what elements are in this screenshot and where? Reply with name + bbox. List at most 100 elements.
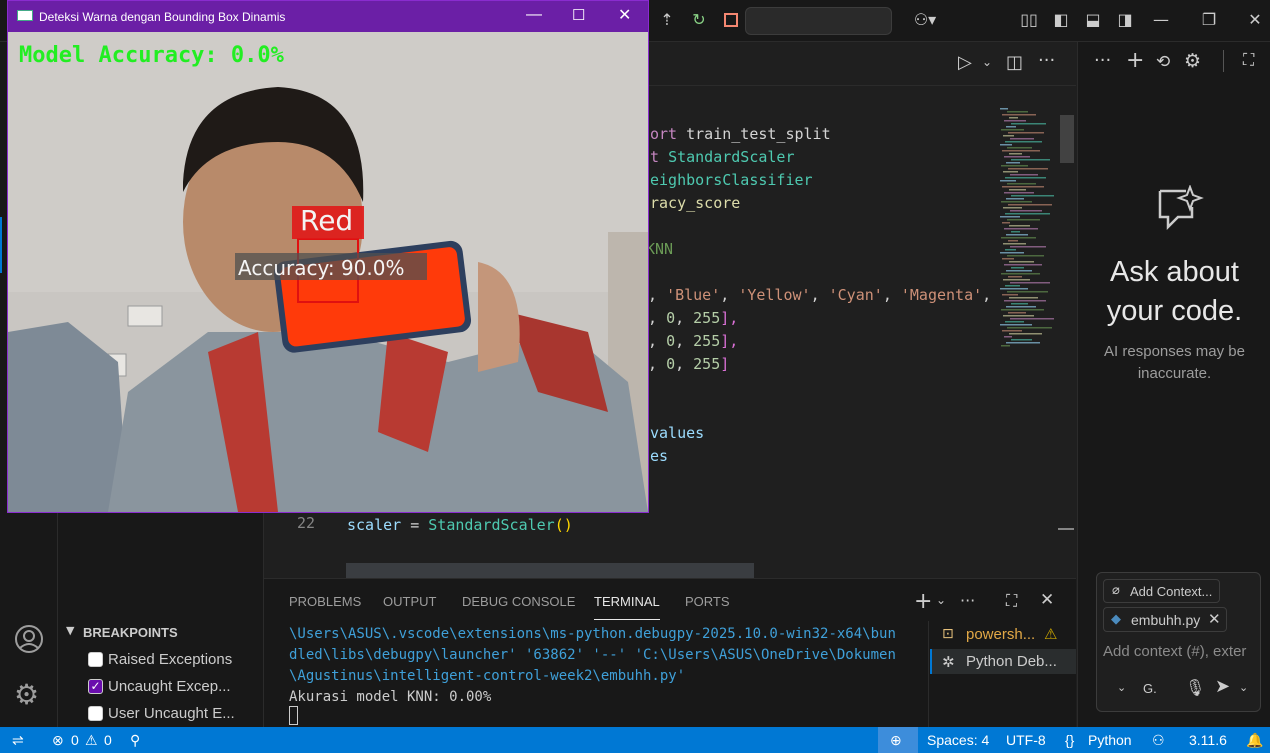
toggle-panel-icon[interactable]: ⬓ [1082,9,1104,31]
maximize-icon[interactable]: ⛶ [1243,50,1254,70]
chevron-down-icon[interactable]: ⌄ [936,593,946,607]
tab-terminal[interactable]: TERMINAL [594,594,660,609]
chat-sparkle-icon [1158,185,1204,231]
add-context-button[interactable]: ⌀ Add Context... [1103,579,1220,603]
more-actions-icon[interactable]: ··· [1094,50,1111,71]
remove-file-icon[interactable]: ✕ [1208,610,1221,628]
layout-icon[interactable]: ▯▯ [1018,9,1040,31]
toggle-sidebar-icon[interactable]: ◧ [1050,9,1072,31]
close-icon[interactable]: ✕ [1244,9,1266,31]
history-icon[interactable]: ⟲ [1156,52,1170,72]
code-line[interactable]: racy_score [650,192,740,215]
zoom-icon[interactable]: ⊕ [890,732,902,749]
chevron-down-icon[interactable]: ▼ [66,624,74,637]
warning-count[interactable]: 0 [104,732,112,748]
more-actions-icon[interactable]: ··· [960,591,975,610]
split-editor-icon[interactable]: ◫ [1006,52,1023,73]
copilot-icon[interactable]: ⚇ [1152,732,1165,749]
breakpoint-item[interactable]: User Uncaught E... [88,704,258,726]
code-line[interactable]: t StandardScaler [650,146,795,169]
breakpoint-item[interactable]: ✓ Uncaught Excep... [88,677,258,699]
chat-input[interactable]: Add context (#), exter [1103,643,1261,660]
code-line[interactable]: , 0, 255], [648,330,738,353]
debug-icon[interactable]: ⚲ [130,732,140,749]
minimap-line [1008,240,1018,242]
language-mode[interactable]: Python [1088,732,1132,748]
code-line[interactable]: , 0, 255] [648,353,729,376]
minimap[interactable] [1000,108,1060,358]
tab-debug-console[interactable]: DEBUG CONSOLE [462,594,575,609]
send-icon[interactable]: ➤ [1215,676,1230,697]
indentation[interactable]: Spaces: 4 [927,732,989,748]
code-line[interactable]: , 0, 255], [648,307,738,330]
minimap-line [1001,309,1044,311]
gear-icon[interactable]: ⚙ [1184,50,1201,72]
terminal-line: dled\libs\debugpy\launcher' '63862' '--'… [289,647,896,663]
close-icon[interactable]: ✕ [618,5,631,25]
code-token: = [401,516,429,534]
line-number: 22 [296,514,315,532]
code-token: 255 [693,355,721,373]
arrow-up-icon[interactable]: ⇡ [656,9,678,31]
code-line[interactable]: values [650,422,704,445]
warning-icon: ⚠ [1044,625,1058,643]
minimap-line [1002,294,1018,296]
code-token: , [675,355,694,373]
add-context-label: Add Context... [1130,584,1213,599]
minimap-line [1009,225,1030,227]
encoding[interactable]: UTF-8 [1006,732,1046,748]
code-line[interactable]: eighborsClassifier [650,169,813,192]
error-count[interactable]: 0 [71,732,79,748]
minimap-line [1010,138,1034,140]
model-picker[interactable]: G. [1143,681,1157,696]
new-chat-icon[interactable]: + [1126,48,1144,73]
chat-panel: ··· + ⟲ ⚙ ⛶ Ask about your code. AI resp… [1077,42,1270,727]
close-panel-icon[interactable]: ✕ [1040,590,1054,610]
breakpoints-title[interactable]: BREAKPOINTS [83,625,178,640]
more-actions-icon[interactable]: ··· [1038,50,1055,71]
breakpoint-item[interactable]: Raised Exceptions [88,650,258,672]
breakpoint-checkbox[interactable] [88,706,103,721]
copilot-icon[interactable]: ⚇▾ [908,9,942,31]
microphone-icon[interactable]: 🎙 [1185,678,1205,697]
chevron-down-icon[interactable]: ⌄ [1117,681,1126,694]
chevron-down-icon[interactable]: ⌄ [982,55,992,69]
terminal-item-python-debug[interactable]: Python Deb... [966,653,1057,670]
chevron-down-icon[interactable]: ⌄ [1239,681,1248,694]
minimap-line [1001,345,1010,347]
maximize-panel-icon[interactable]: ⛶ [1006,591,1017,611]
maximize-icon[interactable]: ☐ [572,6,585,24]
gear-icon[interactable]: ⚙ [14,678,39,711]
tab-ports[interactable]: PORTS [685,594,730,609]
restart-icon[interactable]: ↻ [688,9,710,31]
minimize-icon[interactable]: — [1150,9,1172,31]
code-line[interactable]: KNN [646,238,673,261]
divider [1223,50,1224,72]
code-token: StandardScaler [668,148,795,166]
breakpoint-checkbox[interactable] [88,652,103,667]
python-version[interactable]: 3.11.6 [1189,732,1227,748]
command-center[interactable] [745,7,892,35]
error-icon: ⊗ [52,732,64,748]
code-line[interactable]: ort train_test_split [650,123,831,146]
breakpoint-checkbox[interactable]: ✓ [88,679,103,694]
minimap-line [1007,219,1040,221]
minimize-icon[interactable]: — [526,6,542,24]
account-icon[interactable] [14,624,44,654]
run-icon[interactable]: ▷ [958,52,972,73]
remote-icon[interactable]: ⇌ [12,732,24,749]
toggle-secondary-sidebar-icon[interactable]: ◨ [1114,9,1136,31]
add-terminal-icon[interactable]: + [914,589,932,614]
file-chip[interactable]: ◆ embuhh.py ✕ [1103,607,1227,632]
bell-icon[interactable]: 🔔 [1246,732,1263,749]
code-line[interactable]: scaler = StandardScaler() [347,514,573,537]
terminal-item-powershell[interactable]: powersh... [966,626,1035,643]
tab-problems[interactable]: PROBLEMS [289,594,361,609]
stop-icon[interactable] [720,9,742,31]
editor-scrollbar[interactable] [1060,115,1074,163]
restore-icon[interactable]: ❐ [1198,9,1220,31]
code-token: , [648,286,667,304]
code-line[interactable]: es [650,445,668,468]
code-line[interactable]: , 'Blue', 'Yellow', 'Cyan', 'Magenta', [648,284,991,307]
tab-output[interactable]: OUTPUT [383,594,436,609]
